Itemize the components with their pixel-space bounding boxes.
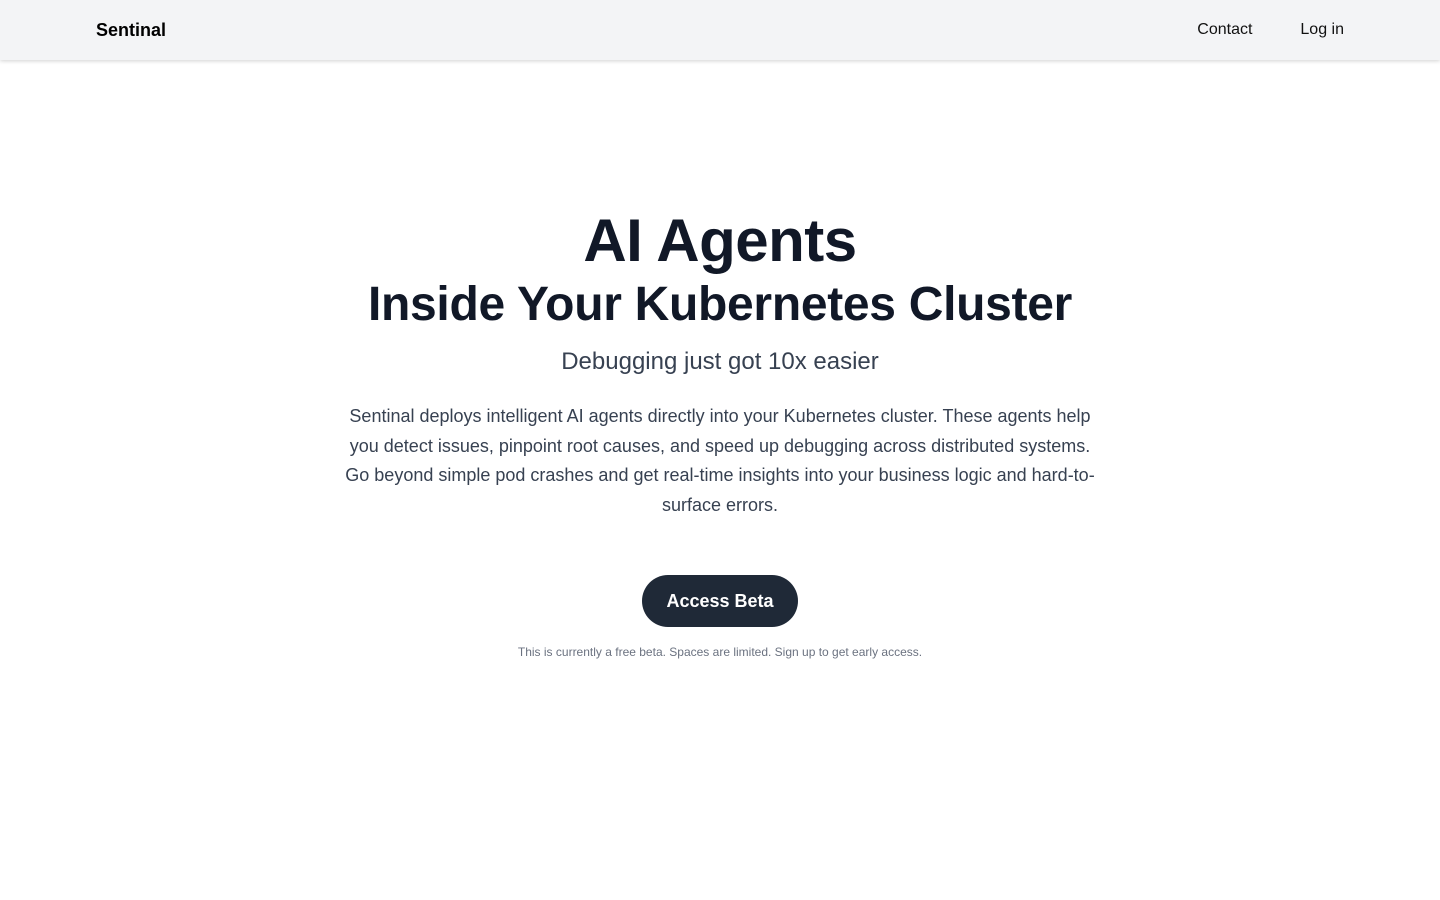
hero-description: Sentinal deploys intelligent AI agents d… bbox=[345, 406, 1095, 515]
access-beta-button[interactable]: Access Beta bbox=[642, 575, 798, 627]
hero-subtitle: Inside Your Kubernetes Cluster bbox=[367, 278, 1073, 331]
nav-link-login[interactable]: Log in bbox=[1300, 21, 1344, 39]
nav-link-contact[interactable]: Contact bbox=[1197, 21, 1252, 39]
beta-footnote: This is currently a free beta. Spaces ar… bbox=[517, 645, 923, 659]
navbar: Sentinal Contact Log in bbox=[0, 0, 1440, 60]
hero-tagline: Debugging just got 10x easier bbox=[561, 348, 879, 375]
hero-title: AI Agents bbox=[583, 207, 857, 274]
nav-links: Contact Log in bbox=[1197, 21, 1344, 39]
brand-logo-link[interactable]: Sentinal bbox=[96, 20, 166, 41]
hero-section: AI Agents Inside Your Kubernetes Cluster… bbox=[0, 205, 1440, 660]
